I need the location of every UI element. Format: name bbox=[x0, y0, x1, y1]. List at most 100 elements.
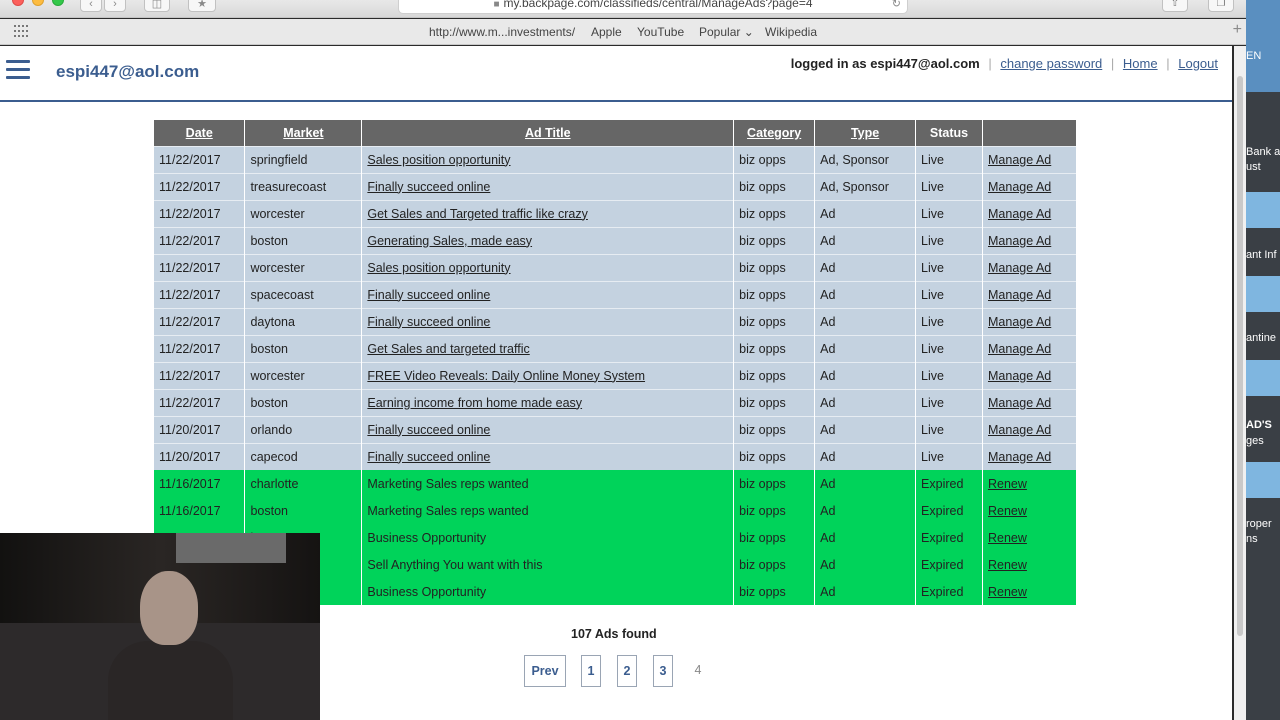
column-market[interactable]: Market bbox=[244, 120, 363, 146]
reload-icon[interactable]: ↻ bbox=[892, 0, 901, 12]
bg-text: roper bbox=[1246, 518, 1272, 530]
cell-date: 11/22/2017 bbox=[154, 361, 246, 389]
page-2-button[interactable]: 2 bbox=[617, 655, 637, 687]
page-1-button[interactable]: 1 bbox=[581, 655, 601, 687]
manage-ad-link[interactable]: Manage Ad bbox=[988, 207, 1051, 221]
cell-title: Finally succeed online bbox=[361, 280, 735, 308]
bookmark-investments[interactable]: http://www.m...investments/ bbox=[429, 25, 575, 39]
cell-action: Manage Ad bbox=[982, 253, 1077, 281]
prev-page-button[interactable]: Prev bbox=[524, 655, 566, 687]
cell-type: Ad bbox=[814, 523, 917, 551]
cell-status: Live bbox=[915, 280, 983, 308]
tabs-overview-icon[interactable]: ❐ bbox=[1208, 0, 1234, 12]
minimize-window-icon[interactable] bbox=[32, 0, 44, 6]
ad-title-link[interactable]: FREE Video Reveals: Daily Online Money S… bbox=[367, 369, 645, 383]
ad-title-link[interactable]: Finally succeed online bbox=[367, 450, 490, 464]
page-scrollbar[interactable] bbox=[1234, 46, 1246, 720]
bookmark-apple[interactable]: Apple bbox=[591, 25, 622, 39]
webcam-wall-frame bbox=[176, 533, 286, 563]
cell-category: biz opps bbox=[733, 496, 816, 524]
table-row: 11/22/2017 boston Get Sales and targeted t… bbox=[154, 334, 1077, 362]
ad-title-link[interactable]: Finally succeed online bbox=[367, 288, 490, 302]
page-3-button[interactable]: 3 bbox=[653, 655, 673, 687]
cell-status: Live bbox=[915, 388, 983, 416]
ad-title-link[interactable]: Finally succeed online bbox=[367, 315, 490, 329]
cell-type: Ad bbox=[814, 361, 917, 389]
share-button-icon[interactable]: ⇧ bbox=[1162, 0, 1188, 12]
manage-ad-link[interactable]: Manage Ad bbox=[988, 396, 1051, 410]
manage-ad-link[interactable]: Manage Ad bbox=[988, 234, 1051, 248]
change-password-link[interactable]: change password bbox=[1000, 56, 1102, 71]
ad-title-link[interactable]: Sales position opportunity bbox=[367, 153, 510, 167]
new-tab-icon[interactable]: + bbox=[1233, 21, 1242, 39]
cell-date: 11/22/2017 bbox=[154, 307, 246, 335]
cell-type: Ad bbox=[814, 469, 917, 497]
manage-ad-link[interactable]: Manage Ad bbox=[988, 450, 1051, 464]
link-separator: | bbox=[1166, 56, 1170, 71]
ad-title-link[interactable]: Finally succeed online bbox=[367, 423, 490, 437]
column-ad-title[interactable]: Ad Title bbox=[361, 120, 735, 146]
column-status: Status bbox=[915, 120, 983, 146]
cell-category: biz opps bbox=[733, 172, 816, 200]
close-window-icon[interactable] bbox=[12, 0, 24, 6]
bookmark-popular[interactable]: Popular ⌄ bbox=[699, 25, 754, 39]
ad-title-link[interactable]: Generating Sales, made easy bbox=[367, 234, 532, 248]
scrollbar-thumb[interactable] bbox=[1237, 76, 1243, 636]
manage-ad-link[interactable]: Manage Ad bbox=[988, 180, 1051, 194]
table-row: 11/22/2017 boston Earning income from home… bbox=[154, 388, 1077, 416]
renew-link[interactable]: Renew bbox=[988, 477, 1027, 491]
renew-link[interactable]: Renew bbox=[988, 531, 1027, 545]
logged-in-text: logged in as espi447@aol.com bbox=[790, 56, 980, 71]
manage-ad-link[interactable]: Manage Ad bbox=[988, 342, 1051, 356]
manage-ad-link[interactable]: Manage Ad bbox=[988, 288, 1051, 302]
manage-ad-link[interactable]: Manage Ad bbox=[988, 423, 1051, 437]
forward-icon[interactable]: › bbox=[104, 0, 126, 12]
home-link[interactable]: Home bbox=[1123, 56, 1158, 71]
ad-title-link[interactable]: Get Sales and targeted traffic bbox=[367, 342, 529, 356]
column-type[interactable]: Type bbox=[814, 120, 917, 146]
cell-date: 11/16/2017 bbox=[154, 496, 246, 524]
ad-title-link[interactable]: Finally succeed online bbox=[367, 180, 490, 194]
renew-link[interactable]: Renew bbox=[988, 585, 1027, 599]
cell-type: Ad bbox=[814, 550, 917, 578]
back-icon[interactable]: ‹ bbox=[80, 0, 102, 12]
cell-market: orlando bbox=[244, 415, 363, 443]
cell-title: Business Opportunity bbox=[361, 523, 735, 551]
bookmark-wikipedia[interactable]: Wikipedia bbox=[765, 25, 817, 39]
cell-status: Expired bbox=[915, 577, 983, 605]
renew-link[interactable]: Renew bbox=[988, 504, 1027, 518]
manage-ad-link[interactable]: Manage Ad bbox=[988, 315, 1051, 329]
cell-category: biz opps bbox=[733, 280, 816, 308]
cell-market: treasurecoast bbox=[244, 172, 363, 200]
manage-ad-link[interactable]: Manage Ad bbox=[988, 369, 1051, 383]
lock-icon: ■ bbox=[493, 0, 500, 10]
renew-link[interactable]: Renew bbox=[988, 558, 1027, 572]
cell-date: 11/22/2017 bbox=[154, 388, 246, 416]
cell-action: Renew bbox=[982, 496, 1077, 524]
manage-ad-link[interactable]: Manage Ad bbox=[988, 261, 1051, 275]
hamburger-menu-icon[interactable] bbox=[6, 60, 30, 82]
cell-status: Live bbox=[915, 361, 983, 389]
cell-date: 11/22/2017 bbox=[154, 280, 246, 308]
sidebar-icon[interactable]: ◫ bbox=[144, 0, 170, 12]
address-bar[interactable]: ■ my.backpage.com/classifieds/central/Man… bbox=[398, 0, 908, 14]
cell-category: biz opps bbox=[733, 550, 816, 578]
table-row: 11/22/2017 daytona Finally succeed online b… bbox=[154, 307, 1077, 335]
share-icon[interactable]: ★ bbox=[188, 0, 216, 12]
cell-type: Ad bbox=[814, 307, 917, 335]
ad-title-link[interactable]: Sales position opportunity bbox=[367, 261, 510, 275]
column-category[interactable]: Category bbox=[733, 120, 816, 146]
manage-ad-link[interactable]: Manage Ad bbox=[988, 153, 1051, 167]
apps-grid-icon[interactable] bbox=[14, 25, 30, 39]
cell-action: Manage Ad bbox=[982, 361, 1077, 389]
logout-link[interactable]: Logout bbox=[1178, 56, 1218, 71]
column-date[interactable]: Date bbox=[154, 120, 246, 146]
zoom-window-icon[interactable] bbox=[52, 0, 64, 6]
ad-title-link[interactable]: Earning income from home made easy bbox=[367, 396, 582, 410]
bookmarks-bar: http://www.m...investments/ Apple YouTub… bbox=[0, 19, 1246, 45]
bg-text: ust bbox=[1246, 161, 1261, 173]
cell-action: Manage Ad bbox=[982, 172, 1077, 200]
ad-title-link[interactable]: Get Sales and Targeted traffic like craz… bbox=[367, 207, 587, 221]
bg-text: antine bbox=[1246, 332, 1276, 344]
bookmark-youtube[interactable]: YouTube bbox=[637, 25, 684, 39]
